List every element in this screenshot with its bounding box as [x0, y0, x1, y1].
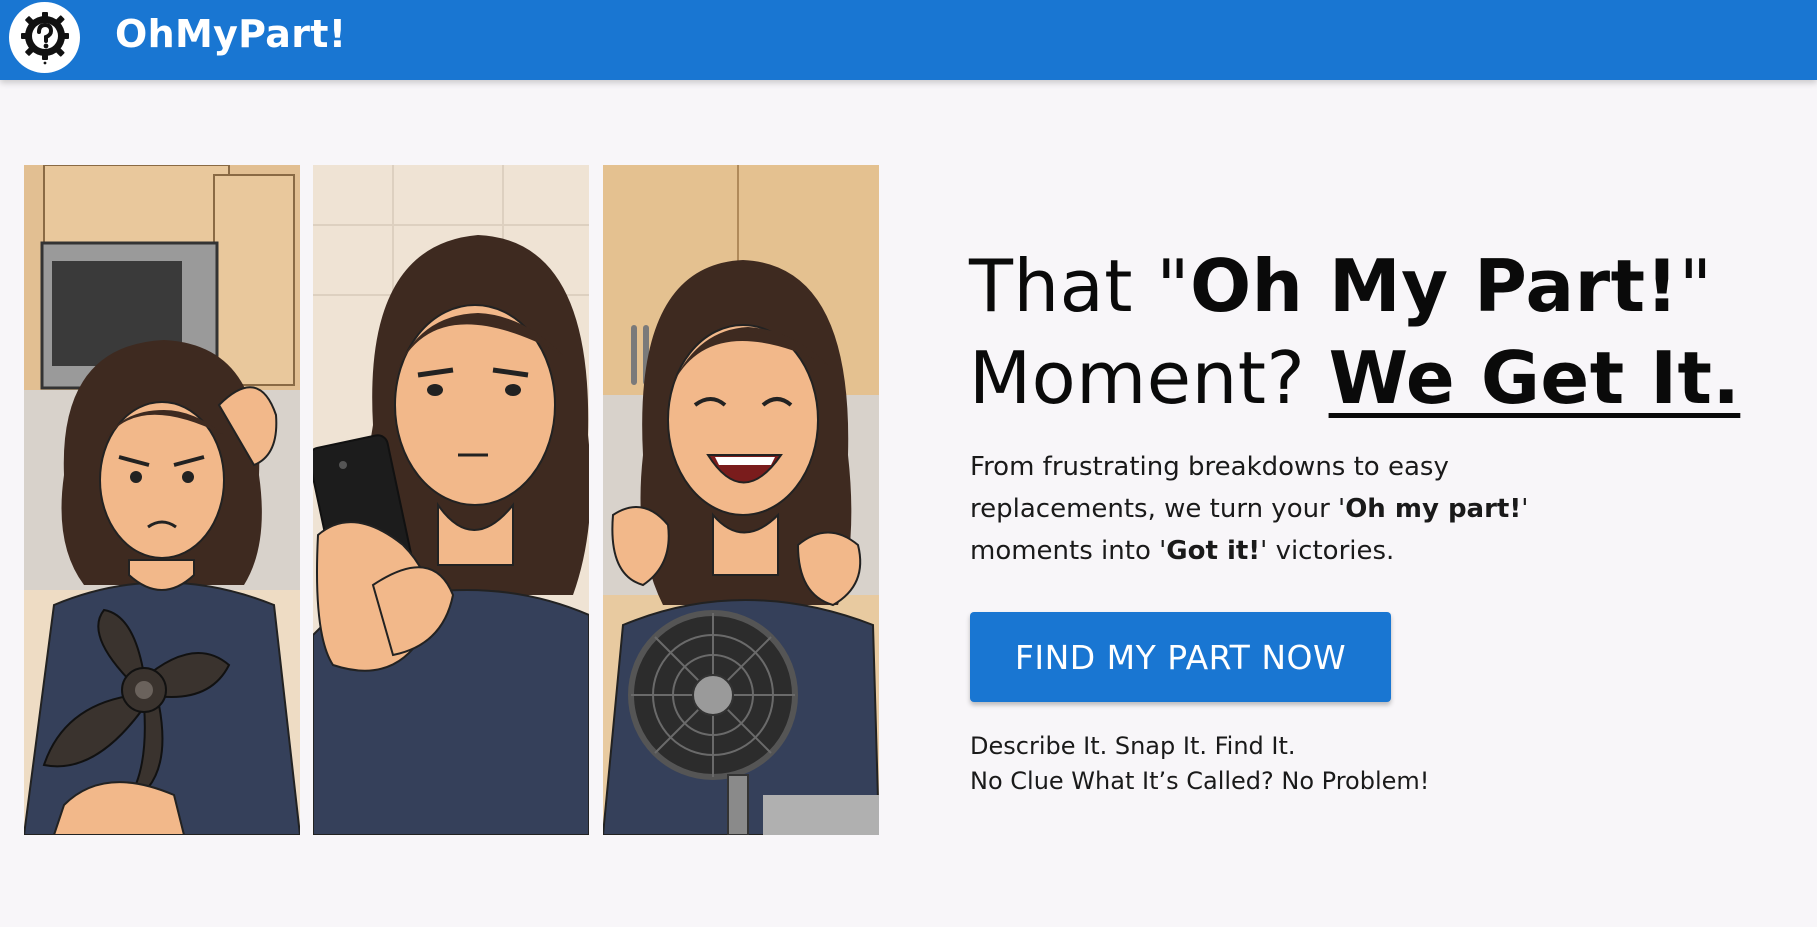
headline-part1: That "	[969, 244, 1190, 328]
subtitle-got-it: Got it!	[1166, 536, 1261, 566]
woman-phone-illustration	[313, 165, 589, 835]
find-my-part-button[interactable]: FIND MY PART NOW	[970, 612, 1391, 702]
hero-subtitle: From frustrating breakdowns to easy repl…	[970, 446, 1610, 572]
tagline-2: No Clue What It’s Called? No Problem!	[970, 767, 1430, 795]
subtitle-line2c: '	[1521, 494, 1529, 524]
headline-emphasis: Oh My Part!	[1189, 244, 1679, 328]
happy-woman-fan-illustration	[603, 165, 879, 835]
top-app-bar: OhMyPart!	[0, 0, 1817, 80]
subtitle-line3c: ' victories.	[1260, 536, 1395, 566]
headline-underlined: We Get It.	[1328, 336, 1741, 420]
hero-panel-phone	[313, 165, 589, 835]
brand-name[interactable]: OhMyPart!	[115, 12, 346, 56]
subtitle-oh-my-part: Oh my part!	[1345, 494, 1522, 524]
hero-panel-happy	[603, 165, 879, 835]
subtitle-line2a: replacements, we turn your '	[970, 494, 1346, 524]
frustrated-woman-illustration	[24, 165, 300, 835]
headline-part4: Moment?	[969, 336, 1329, 420]
headline-part3: "	[1678, 244, 1713, 328]
hero-headline: That "Oh My Part!" Moment? We Get It.	[969, 240, 1789, 424]
tagline-1: Describe It. Snap It. Find It.	[970, 732, 1296, 760]
subtitle-line3a: moments into '	[970, 536, 1167, 566]
subtitle-line1: From frustrating breakdowns to easy	[970, 452, 1449, 482]
gear-question-icon[interactable]	[9, 2, 80, 73]
hero-panel-frustrated	[24, 165, 300, 835]
